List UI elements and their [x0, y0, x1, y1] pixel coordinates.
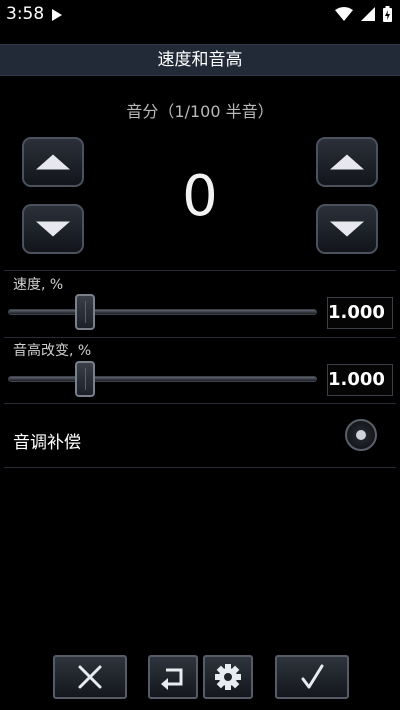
arrow-up-icon	[330, 154, 364, 170]
pitch-compensation-label: 音调补偿	[13, 433, 81, 453]
arrow-down-icon	[36, 221, 70, 237]
pitch-value-field[interactable]: 1.000	[327, 364, 393, 396]
settings-button[interactable]	[203, 655, 253, 699]
divider	[4, 337, 396, 338]
divider	[4, 270, 396, 271]
pitch-slider-thumb[interactable]	[75, 361, 96, 397]
arrow-up-icon	[36, 154, 70, 170]
cents-value: 0	[182, 164, 218, 229]
checkmark-icon	[301, 664, 324, 689]
signal-icon	[361, 7, 375, 21]
pitch-compensation-toggle[interactable]	[345, 419, 377, 451]
cents-decrease-left-button[interactable]	[22, 204, 84, 254]
speed-slider-track[interactable]	[8, 309, 317, 315]
reset-button[interactable]	[148, 655, 198, 699]
divider	[4, 403, 396, 404]
cents-increase-left-button[interactable]	[22, 137, 84, 187]
pitch-label: 音高改变, %	[13, 343, 92, 359]
speed-label: 速度, %	[13, 277, 64, 293]
confirm-button[interactable]	[275, 655, 349, 699]
settings-icon	[215, 664, 241, 690]
cancel-button[interactable]	[53, 655, 127, 699]
clock: 3:58	[6, 4, 45, 24]
battery-charging-icon	[383, 6, 392, 22]
wifi-icon	[335, 7, 353, 21]
arrow-down-icon	[330, 221, 364, 237]
dialog-title: 速度和音高	[0, 44, 400, 76]
speed-value-field[interactable]: 1.000	[327, 297, 393, 329]
radio-dot-icon	[356, 430, 366, 440]
cents-increase-right-button[interactable]	[316, 137, 378, 187]
status-icons	[335, 6, 392, 22]
status-bar: 3:58	[0, 0, 400, 30]
pitch-slider-track[interactable]	[8, 376, 317, 382]
cents-decrease-right-button[interactable]	[316, 204, 378, 254]
undo-icon	[161, 668, 183, 690]
close-icon	[78, 665, 102, 689]
speed-slider-thumb[interactable]	[75, 294, 96, 330]
cents-label: 音分（1/100 半音）	[126, 102, 274, 121]
divider	[4, 467, 396, 468]
play-icon	[52, 9, 62, 21]
